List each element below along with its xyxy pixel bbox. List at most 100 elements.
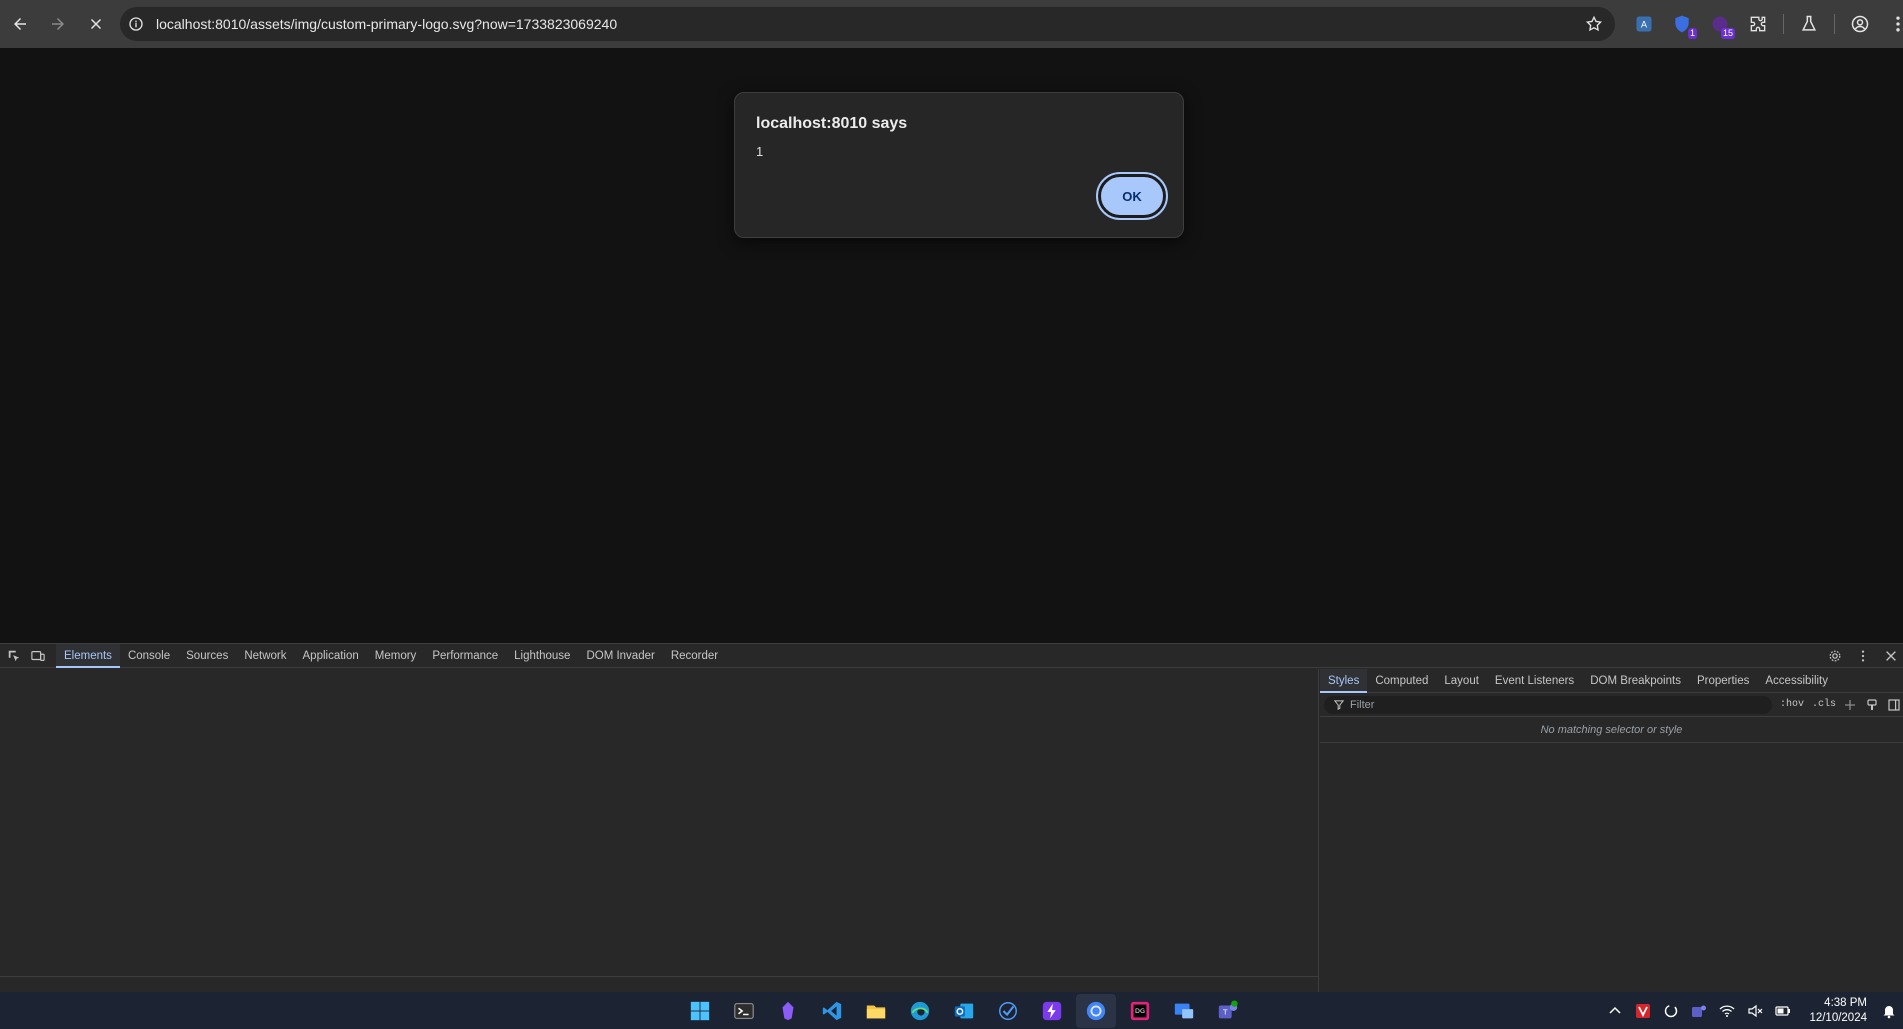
dialog-title: localhost:8010 says — [756, 115, 908, 132]
extensions-menu-button[interactable] — [1743, 9, 1773, 39]
back-button[interactable] — [2, 6, 38, 42]
tab-computed[interactable]: Computed — [1367, 669, 1436, 693]
taskbar-app-datagrip[interactable]: DG — [1120, 994, 1160, 1028]
sidebar-toggle-icon — [1888, 698, 1900, 711]
labs-button[interactable] — [1794, 9, 1824, 39]
bookmark-star-icon[interactable] — [1585, 15, 1603, 33]
tray-battery[interactable] — [1771, 999, 1795, 1023]
svg-text:DG: DG — [1135, 1006, 1145, 1014]
tab-accessibility[interactable]: Accessibility — [1757, 669, 1836, 693]
hov-toggle[interactable]: :hov — [1780, 699, 1804, 710]
page-viewport: localhost:8010 says 1 OK — [0, 48, 1903, 643]
tab-lighthouse[interactable]: Lighthouse — [506, 644, 578, 668]
extension-button[interactable]: 15 — [1705, 9, 1735, 39]
teams-icon: T — [1218, 999, 1238, 1018]
devtools-panel: Elements Console Sources Network Applica… — [0, 643, 1903, 992]
devtools-actions — [1819, 644, 1903, 668]
chevron-up-icon — [1609, 1006, 1621, 1014]
gear-icon — [1829, 650, 1841, 662]
tab-application[interactable]: Application — [295, 644, 367, 668]
toggle-computed-sidebar-button[interactable] — [1886, 697, 1902, 713]
forward-button[interactable] — [40, 6, 76, 42]
stop-button[interactable] — [78, 6, 114, 42]
toolbar-separator — [1834, 14, 1835, 34]
kebab-menu-icon — [1861, 650, 1865, 662]
devtools-close-button[interactable] — [1881, 646, 1901, 666]
system-tray: 4:38 PM 12/10/2024 — [1601, 992, 1903, 1029]
profile-button[interactable] — [1845, 9, 1875, 39]
taskbar-app-outlook[interactable] — [944, 994, 984, 1028]
taskbar-app-obsidian[interactable] — [768, 994, 808, 1028]
tab-memory[interactable]: Memory — [367, 644, 425, 668]
plus-icon — [1845, 699, 1856, 710]
filter-icon — [1334, 699, 1344, 710]
tray-sync[interactable] — [1659, 999, 1683, 1023]
terminal-icon — [734, 1002, 754, 1019]
tab-recorder[interactable]: Recorder — [663, 644, 726, 668]
tray-volume[interactable] — [1743, 999, 1767, 1023]
bolt-app-icon — [1042, 1001, 1062, 1020]
taskbar-app-teams[interactable]: T — [1208, 994, 1248, 1028]
extension-button[interactable]: 1 — [1667, 9, 1697, 39]
close-icon — [90, 18, 102, 30]
styles-filter-input[interactable]: Filter — [1324, 695, 1772, 714]
filter-placeholder: Filter — [1350, 698, 1375, 711]
tab-properties[interactable]: Properties — [1689, 669, 1757, 693]
breadcrumb-bar — [0, 976, 1319, 992]
taskbar-app-chrome[interactable] — [1076, 993, 1116, 1028]
new-style-rule-button[interactable] — [1842, 697, 1858, 713]
tray-app-v[interactable] — [1631, 999, 1655, 1023]
site-info-icon[interactable] — [128, 16, 144, 32]
extension-button[interactable]: A — [1629, 9, 1659, 39]
extension-badge: 1 — [1687, 28, 1697, 39]
translate-extension-icon: A — [1636, 16, 1652, 32]
styles-sidebar: Styles Computed Layout Event Listeners D… — [1320, 668, 1903, 992]
tab-layout[interactable]: Layout — [1436, 669, 1487, 693]
taskbar-app-terminal[interactable] — [724, 994, 764, 1028]
inspect-element-button[interactable] — [4, 646, 24, 666]
taskbar-app-vscode[interactable] — [812, 994, 852, 1028]
ok-button[interactable]: OK — [1096, 172, 1168, 220]
taskbar-app-remote-desktop[interactable] — [1164, 994, 1204, 1028]
taskbar-app-todo[interactable] — [988, 994, 1028, 1028]
tab-elements[interactable]: Elements — [56, 643, 120, 668]
v-app-icon — [1636, 1003, 1651, 1018]
clock[interactable]: 4:38 PM 12/10/2024 — [1809, 996, 1867, 1026]
taskbar-app-bolt[interactable] — [1032, 994, 1072, 1028]
tab-styles[interactable]: Styles — [1320, 668, 1368, 693]
tab-network[interactable]: Network — [236, 644, 294, 668]
browser-menu-button[interactable] — [1883, 9, 1903, 39]
file-explorer-icon — [866, 1005, 886, 1018]
alert-dialog: localhost:8010 says 1 OK — [734, 92, 1184, 238]
tab-sources[interactable]: Sources — [178, 644, 236, 668]
tab-dom-invader[interactable]: DOM Invader — [578, 644, 662, 668]
tab-console[interactable]: Console — [120, 644, 178, 668]
show-hidden-icons-button[interactable] — [1603, 999, 1627, 1023]
tab-performance[interactable]: Performance — [424, 644, 506, 668]
tab-event-listeners[interactable]: Event Listeners — [1487, 669, 1582, 693]
url-text[interactable]: localhost:8010/assets/img/custom-primary… — [156, 16, 617, 32]
battery-icon — [1775, 1005, 1791, 1016]
devtools-settings-button[interactable] — [1825, 646, 1845, 666]
devtools-menu-button[interactable] — [1853, 646, 1873, 666]
profile-icon — [1851, 15, 1869, 33]
tray-teams[interactable] — [1687, 999, 1711, 1023]
elements-tree-pane[interactable] — [0, 669, 1319, 992]
tab-dom-breakpoints[interactable]: DOM Breakpoints — [1582, 669, 1689, 693]
taskbar-app-edge[interactable] — [900, 994, 940, 1028]
styles-filter-row: Filter :hov .cls — [1320, 693, 1903, 717]
datagrip-icon: DG — [1130, 1001, 1150, 1020]
device-toolbar-button[interactable] — [28, 646, 48, 666]
address-bar[interactable]: localhost:8010/assets/img/custom-primary… — [120, 7, 1615, 41]
start-button[interactable] — [680, 994, 720, 1028]
taskbar-app-file-explorer[interactable] — [856, 994, 896, 1028]
taskbar-apps: DG T — [678, 992, 1250, 1029]
sync-icon — [1665, 1004, 1678, 1017]
rendering-emulation-button[interactable] — [1864, 697, 1880, 713]
notifications-button[interactable] — [1877, 999, 1901, 1023]
cls-toggle[interactable]: .cls — [1812, 699, 1836, 710]
svg-text:A: A — [1641, 19, 1648, 30]
edge-icon — [910, 1001, 930, 1020]
tray-wifi[interactable] — [1715, 999, 1739, 1023]
wifi-icon — [1719, 1004, 1735, 1017]
